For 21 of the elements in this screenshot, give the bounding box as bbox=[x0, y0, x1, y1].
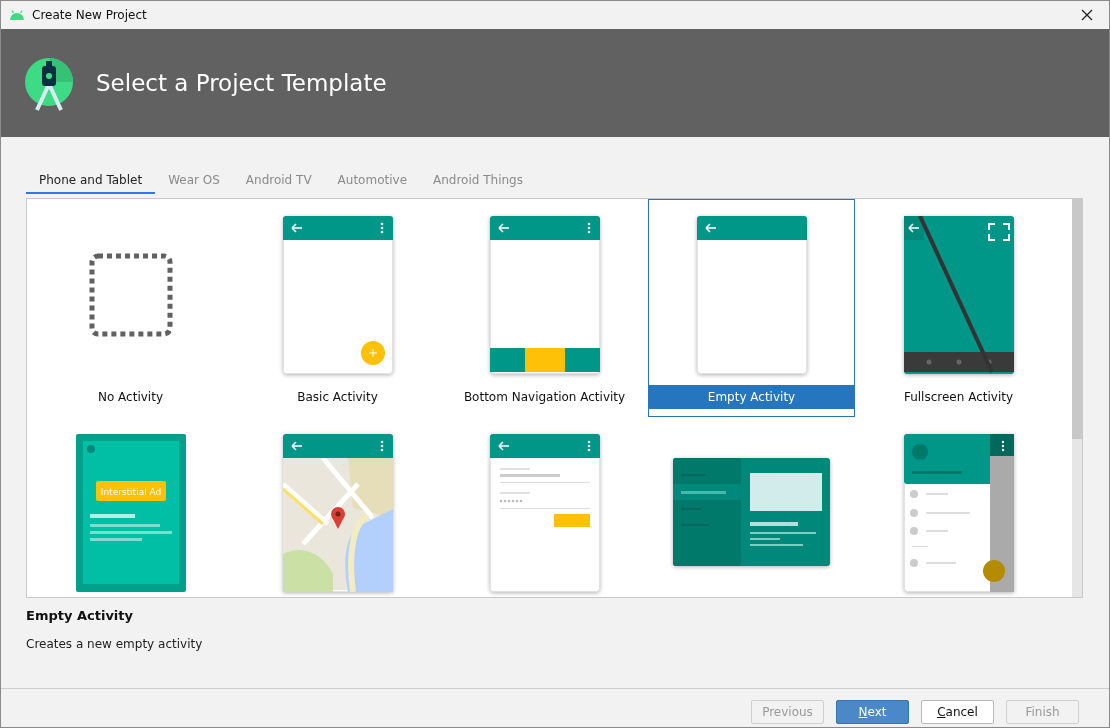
template-tile[interactable]: Basic Activity bbox=[234, 199, 441, 417]
dialog-button[interactable]: Cancel bbox=[921, 700, 994, 724]
tab[interactable]: Phone and Tablet bbox=[26, 168, 156, 194]
template-tile[interactable]: Empty Activity bbox=[648, 199, 855, 417]
tab[interactable]: Android TV bbox=[232, 168, 325, 194]
tab[interactable]: Android Things bbox=[420, 168, 536, 194]
scrollbar[interactable] bbox=[1072, 199, 1082, 597]
template-tile[interactable]: Bottom Navigation Activity bbox=[441, 199, 648, 417]
close-icon[interactable] bbox=[1081, 9, 1093, 21]
template-tile[interactable]: No Activity bbox=[27, 199, 234, 417]
dialog-button[interactable]: Next bbox=[836, 700, 909, 724]
window-title: Create New Project bbox=[32, 8, 148, 22]
ad-label: Interstitial Ad bbox=[100, 487, 161, 497]
dialog-heading: Select a Project Template bbox=[96, 70, 387, 96]
template-tile[interactable]: Fullscreen Activity bbox=[855, 199, 1062, 417]
android-icon bbox=[9, 10, 25, 20]
template-title: Empty Activity bbox=[26, 608, 134, 623]
template-description: Creates a new empty activity bbox=[26, 637, 204, 651]
tab[interactable]: Wear OS bbox=[155, 168, 233, 194]
tab[interactable]: Automotive bbox=[324, 168, 420, 194]
compass-logo-icon bbox=[25, 58, 75, 112]
